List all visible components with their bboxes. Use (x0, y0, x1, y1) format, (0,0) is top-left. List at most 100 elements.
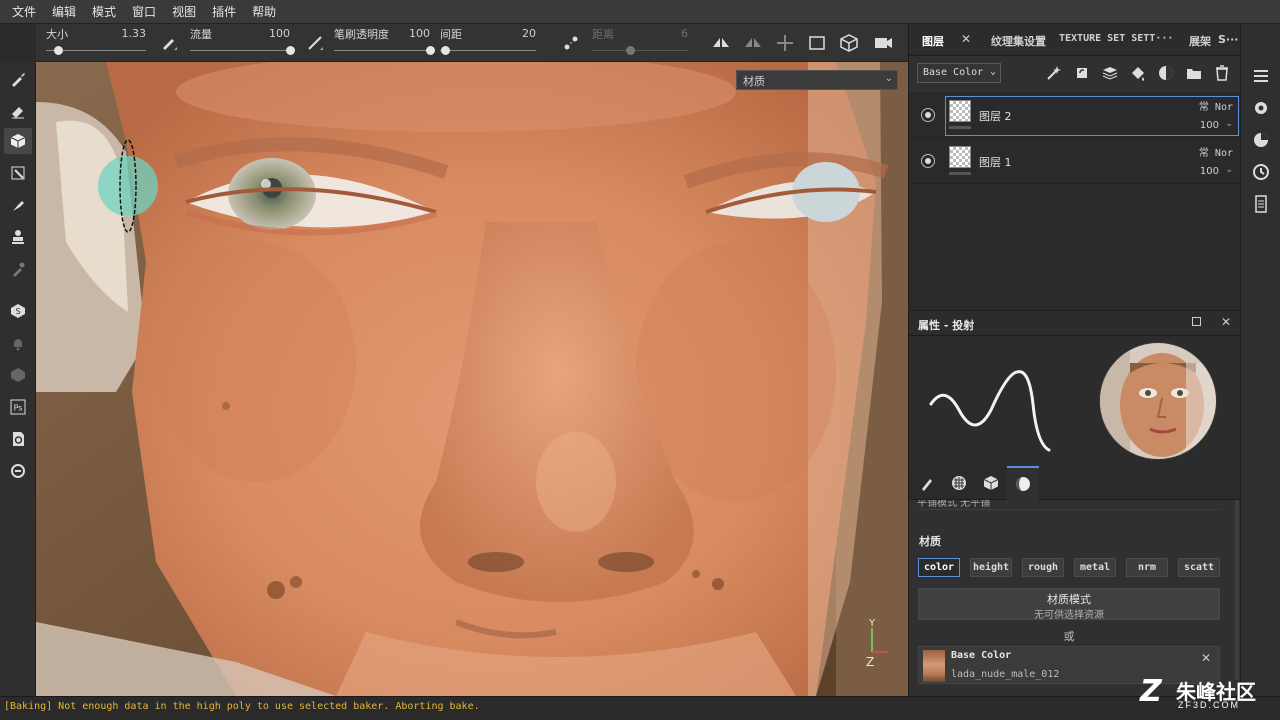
menu-edit[interactable]: 编辑 (44, 0, 84, 24)
display-cube-icon[interactable] (838, 32, 860, 54)
resource-updater-tool[interactable] (4, 426, 32, 452)
clone-stamp-icon (12, 230, 24, 244)
flow-slider[interactable]: 流量 100 (190, 24, 295, 62)
stroke-opacity-knob[interactable] (426, 46, 435, 55)
eye-icon[interactable] (921, 108, 935, 122)
hexagon-icon (11, 368, 25, 382)
projection-tool[interactable] (4, 128, 32, 154)
close-icon[interactable]: ✕ (1201, 651, 1211, 665)
lazy-mouse-icon[interactable] (560, 32, 582, 54)
menu-plugins[interactable]: 插件 (204, 0, 244, 24)
fill-layer-icon[interactable] (1129, 64, 1147, 82)
layers-panel-icon[interactable] (1251, 66, 1271, 86)
chevron-down-icon[interactable]: ⌄ (1225, 119, 1233, 129)
layer-blend-mode[interactable]: 常 Nor (1199, 144, 1233, 159)
menu-view[interactable]: 视图 (164, 0, 204, 24)
eyedropper-icon (13, 262, 25, 277)
tiling-mode-row[interactable]: 平铺模式 无平铺 (917, 500, 1221, 510)
tab-texture-set-settings-en[interactable]: TEXTURE SET SETT··· (1059, 33, 1173, 44)
layer-name[interactable]: 图层 2 (979, 108, 1012, 124)
eye-icon[interactable] (921, 154, 935, 168)
move-axis-icon[interactable] (774, 32, 796, 54)
layer-opacity[interactable]: 100 (1200, 120, 1219, 131)
size-knob[interactable] (54, 46, 63, 55)
axis-z-label: Z (866, 655, 874, 669)
layer-blend-mode[interactable]: 常 Nor (1199, 98, 1233, 113)
menu-file[interactable]: 文件 (4, 0, 44, 24)
tab-stencil[interactable] (975, 466, 1007, 500)
display-settings-icon[interactable] (1251, 130, 1271, 150)
flow-knob[interactable] (286, 46, 295, 55)
stroke-opacity-value[interactable]: 100 (409, 27, 430, 40)
mask-icon[interactable] (1157, 64, 1175, 82)
channel-nrm-button[interactable]: nrm (1126, 558, 1168, 577)
channel-color-button[interactable]: color (918, 558, 960, 577)
menu-mode[interactable]: 模式 (84, 0, 124, 24)
magic-wand-icon[interactable] (1045, 64, 1063, 82)
size-slider[interactable]: 大小 1.33 (46, 24, 146, 62)
layer-stack: 图层 2 常 Nor 100 ⌄ 图层 1 常 Nor 100 ⌄ (909, 92, 1241, 312)
material-mode-slot[interactable]: 材质模式 无可供选择资源 (918, 588, 1220, 621)
layer-opacity[interactable]: 100 (1200, 166, 1219, 177)
flow-value[interactable]: 100 (269, 27, 290, 40)
notification-tool[interactable] (4, 330, 32, 356)
channel-rough-button[interactable]: rough (1022, 558, 1064, 577)
size-value[interactable]: 1.33 (122, 27, 147, 40)
close-icon[interactable]: ✕ (1221, 315, 1231, 329)
spacing-value[interactable]: 20 (522, 27, 536, 40)
menu-help[interactable]: 帮助 (244, 0, 284, 24)
tab-layers[interactable]: 图层 (922, 33, 944, 49)
axis-gizmo[interactable]: Y Z (864, 614, 894, 670)
maximize-icon[interactable] (1192, 317, 1201, 326)
substance-share-tool[interactable] (4, 362, 32, 388)
channel-metal-button[interactable]: metal (1074, 558, 1116, 577)
stroke-opacity-slider[interactable]: 笔刷透明度 100 (334, 24, 435, 62)
clone-tool[interactable] (4, 224, 32, 250)
chevron-down-icon[interactable]: ⌄ (1225, 165, 1233, 175)
plugin-tool[interactable] (4, 458, 32, 484)
layer-item[interactable]: 图层 1 常 Nor 100 ⌄ (909, 140, 1241, 184)
tab-s[interactable]: S··· (1218, 33, 1238, 46)
refresh-icon[interactable] (1073, 64, 1091, 82)
photoshop-export-tool[interactable]: Ps (4, 394, 32, 420)
add-layer-icon[interactable] (1101, 64, 1119, 82)
flow-pressure-icon[interactable] (304, 32, 326, 54)
tab-material[interactable] (1007, 466, 1039, 500)
spacing-slider[interactable]: 间距 20 (440, 24, 536, 62)
add-folder-icon[interactable] (1185, 64, 1203, 82)
properties-scrollbar[interactable] (1235, 500, 1239, 680)
3d-viewport[interactable]: 材质 ⌄ Y Z (36, 62, 908, 696)
polygon-fill-tool[interactable] (4, 160, 32, 186)
spacing-knob[interactable] (440, 46, 450, 55)
channel-height-button[interactable]: height (970, 558, 1012, 577)
close-icon[interactable]: ✕ (961, 32, 971, 46)
camera-icon[interactable] (872, 32, 894, 54)
brush-pressure-icon[interactable] (158, 32, 180, 54)
channel-scatt-button[interactable]: scatt (1178, 558, 1220, 577)
bake-tool[interactable]: S (4, 298, 32, 324)
properties-body: 平铺模式 无平铺 材质 color height rough metal nrm… (909, 500, 1241, 696)
trash-icon[interactable] (1213, 64, 1231, 82)
layer-item[interactable]: 图层 2 常 Nor 100 ⌄ (909, 94, 1241, 138)
eraser-tool[interactable] (4, 98, 32, 124)
tab-brush[interactable] (911, 466, 943, 500)
tab-alpha[interactable] (943, 466, 975, 500)
distance-knob[interactable] (626, 46, 636, 55)
symmetry-mirror-icon[interactable] (742, 32, 764, 54)
history-icon[interactable] (1251, 162, 1271, 182)
layer-name[interactable]: 图层 1 (979, 154, 1012, 170)
symmetry-icon[interactable] (710, 32, 732, 54)
tab-texture-set-settings[interactable]: 纹理集设置 (991, 33, 1046, 49)
channel-select[interactable]: Base Color ⌄ (917, 63, 1001, 83)
viewport-mode-dropdown[interactable]: 材质 ⌄ (736, 70, 898, 90)
paint-brush-tool[interactable] (4, 66, 32, 92)
settings-gear-icon[interactable] (1251, 98, 1271, 118)
color-picker-tool[interactable] (4, 256, 32, 282)
menu-window[interactable]: 窗口 (124, 0, 164, 24)
tab-shelf[interactable]: 展架 (1189, 33, 1211, 49)
distance-slider[interactable]: 距离 6 (592, 24, 688, 62)
camera-frame-icon[interactable] (806, 32, 828, 54)
smudge-tool[interactable] (4, 192, 32, 218)
log-document-icon[interactable] (1251, 194, 1271, 214)
distance-value[interactable]: 6 (681, 27, 688, 40)
